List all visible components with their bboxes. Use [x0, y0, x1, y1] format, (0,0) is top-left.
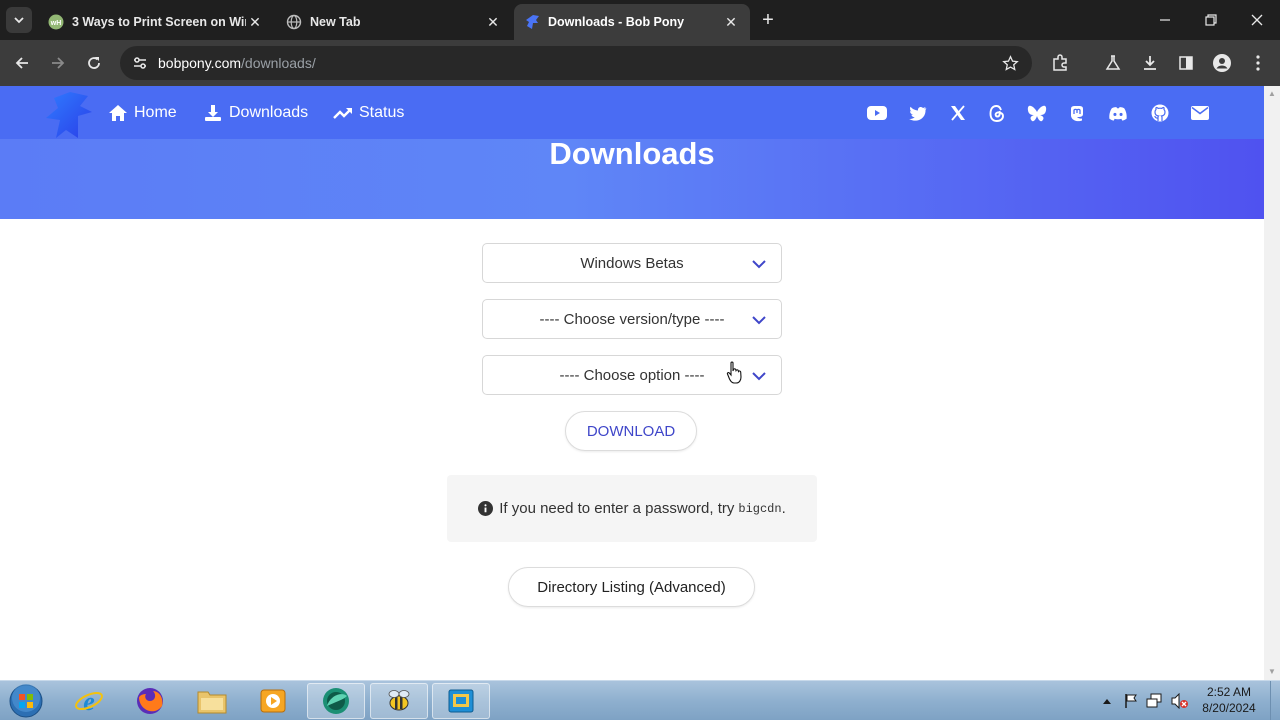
page-scrollbar[interactable]: ▲ ▼ — [1264, 86, 1280, 680]
taskbar-app-open-3[interactable] — [432, 683, 490, 719]
network-icon[interactable] — [1145, 691, 1165, 711]
tab-new-tab[interactable]: New Tab ✕ — [276, 4, 512, 40]
show-hidden-icons-icon[interactable] — [1097, 691, 1117, 711]
tab-print-screen[interactable]: wH 3 Ways to Print Screen on Windows ✕ — [38, 4, 274, 40]
threads-icon[interactable] — [987, 103, 1007, 123]
category-select-value: Windows Betas — [580, 254, 684, 272]
clock-date: 8/20/2024 — [1202, 701, 1256, 715]
bookmark-star-icon[interactable] — [1000, 53, 1020, 73]
side-panel-icon[interactable] — [1172, 49, 1200, 77]
taskbar-app-open-2[interactable] — [370, 683, 428, 719]
profile-avatar-icon[interactable] — [1208, 49, 1236, 77]
taskbar-app-open-1[interactable] — [307, 683, 365, 719]
nav-status-label: Status — [359, 103, 405, 121]
url-text: bobpony.com/downloads/ — [158, 55, 316, 71]
bob-pony-favicon-icon — [524, 14, 540, 30]
close-window-icon[interactable] — [1234, 0, 1280, 40]
globe-icon — [286, 14, 302, 30]
close-icon[interactable]: ✕ — [484, 13, 502, 31]
tab-strip: wH 3 Ways to Print Screen on Windows ✕ N… — [0, 0, 1280, 40]
browser-toolbar: bobpony.com/downloads/ — [0, 40, 1280, 86]
notice-end: . — [781, 500, 786, 517]
page-viewport: Home Downloads Status Downloads Windows … — [0, 86, 1264, 680]
x-icon[interactable] — [948, 103, 968, 123]
option-select-value: ---- Choose option ---- — [559, 366, 705, 384]
minimize-icon[interactable] — [1142, 0, 1188, 40]
taskbar-clock[interactable]: 2:52 AM 8/20/2024 — [1192, 684, 1266, 716]
nav-downloads-label: Downloads — [229, 103, 309, 121]
volume-muted-icon[interactable] — [1170, 691, 1190, 711]
chrome-like-app-icon — [323, 688, 349, 714]
mastodon-icon[interactable] — [1067, 103, 1087, 123]
media-player-icon[interactable] — [244, 683, 302, 719]
version-type-select-value: ---- Choose version/type ---- — [539, 310, 725, 328]
address-bar[interactable]: bobpony.com/downloads/ — [120, 46, 1032, 80]
nav-home-label: Home — [134, 103, 177, 121]
twitter-icon[interactable] — [908, 103, 928, 123]
clock-time: 2:52 AM — [1206, 685, 1252, 699]
directory-listing-button[interactable]: Directory Listing (Advanced) — [508, 567, 755, 607]
chevron-down-icon — [752, 316, 766, 325]
bob-pony-logo[interactable] — [42, 90, 96, 140]
bee-app-icon — [388, 690, 410, 711]
chevron-down-icon — [14, 17, 24, 24]
site-navbar: Home Downloads Status — [0, 86, 1264, 139]
notice-password-code: bigcdn — [738, 501, 782, 516]
scroll-down-icon[interactable]: ▼ — [1268, 668, 1276, 676]
trend-icon — [333, 103, 353, 123]
category-select[interactable]: Windows Betas — [482, 243, 782, 283]
downloads-icon[interactable] — [1136, 49, 1164, 77]
scroll-up-icon[interactable]: ▲ — [1268, 90, 1276, 98]
download-button[interactable]: DOWNLOAD — [565, 411, 697, 451]
download-icon — [203, 103, 223, 123]
file-explorer-folder-icon[interactable] — [183, 683, 241, 719]
windows-taskbar: e 2:52 AM 8/20/2024 — [0, 680, 1280, 720]
firefox-icon[interactable] — [121, 683, 179, 719]
tab-downloads-bob-pony[interactable]: Downloads - Bob Pony ✕ — [514, 4, 750, 40]
bluesky-icon[interactable] — [1027, 103, 1047, 123]
chevron-down-icon — [752, 372, 766, 381]
hero-banner: Home Downloads Status Downloads — [0, 86, 1264, 219]
nav-status[interactable]: Status — [333, 86, 404, 139]
menu-kebab-icon[interactable] — [1244, 49, 1272, 77]
start-orb-icon[interactable] — [6, 683, 46, 719]
wikihow-favicon-icon: wH — [48, 14, 64, 30]
new-tab-plus-icon[interactable]: + — [757, 9, 779, 31]
forward-arrow-icon[interactable] — [44, 49, 72, 77]
tab-title: Downloads - Bob Pony — [548, 15, 685, 29]
svg-text:e: e — [83, 687, 95, 716]
home-icon — [108, 103, 128, 123]
close-icon[interactable]: ✕ — [722, 13, 740, 31]
svg-text:wH: wH — [50, 20, 62, 27]
show-desktop-button[interactable] — [1270, 681, 1280, 720]
site-settings-icon[interactable] — [130, 53, 150, 73]
password-notice: If you need to enter a password, try big… — [447, 475, 817, 542]
url-path: /downloads/ — [241, 55, 316, 71]
nav-home[interactable]: Home — [108, 86, 177, 139]
labs-flask-icon[interactable] — [1099, 49, 1127, 77]
internet-explorer-icon[interactable]: e — [60, 683, 118, 719]
mail-icon[interactable] — [1190, 103, 1210, 123]
extensions-puzzle-icon[interactable] — [1046, 49, 1074, 77]
remote-app-icon — [448, 689, 474, 713]
restore-icon[interactable] — [1188, 0, 1234, 40]
info-icon — [478, 501, 494, 516]
page-title: Downloads — [549, 136, 715, 171]
hand-cursor-icon — [726, 361, 742, 384]
youtube-icon[interactable] — [867, 103, 887, 123]
url-host: bobpony.com — [158, 55, 242, 71]
tab-title: New Tab — [310, 15, 361, 29]
action-center-flag-icon[interactable] — [1121, 691, 1141, 711]
nav-downloads[interactable]: Downloads — [203, 86, 308, 139]
chevron-down-icon — [752, 260, 766, 269]
github-icon[interactable] — [1150, 103, 1170, 123]
back-arrow-icon[interactable] — [8, 49, 36, 77]
discord-icon[interactable] — [1108, 103, 1128, 123]
tab-title: 3 Ways to Print Screen on Windows — [72, 15, 246, 29]
version-type-select[interactable]: ---- Choose version/type ---- — [482, 299, 782, 339]
reload-icon[interactable] — [80, 49, 108, 77]
notice-text: If you need to enter a password, try — [499, 500, 735, 517]
close-icon[interactable]: ✕ — [246, 13, 264, 31]
tab-search-button[interactable] — [6, 7, 32, 33]
